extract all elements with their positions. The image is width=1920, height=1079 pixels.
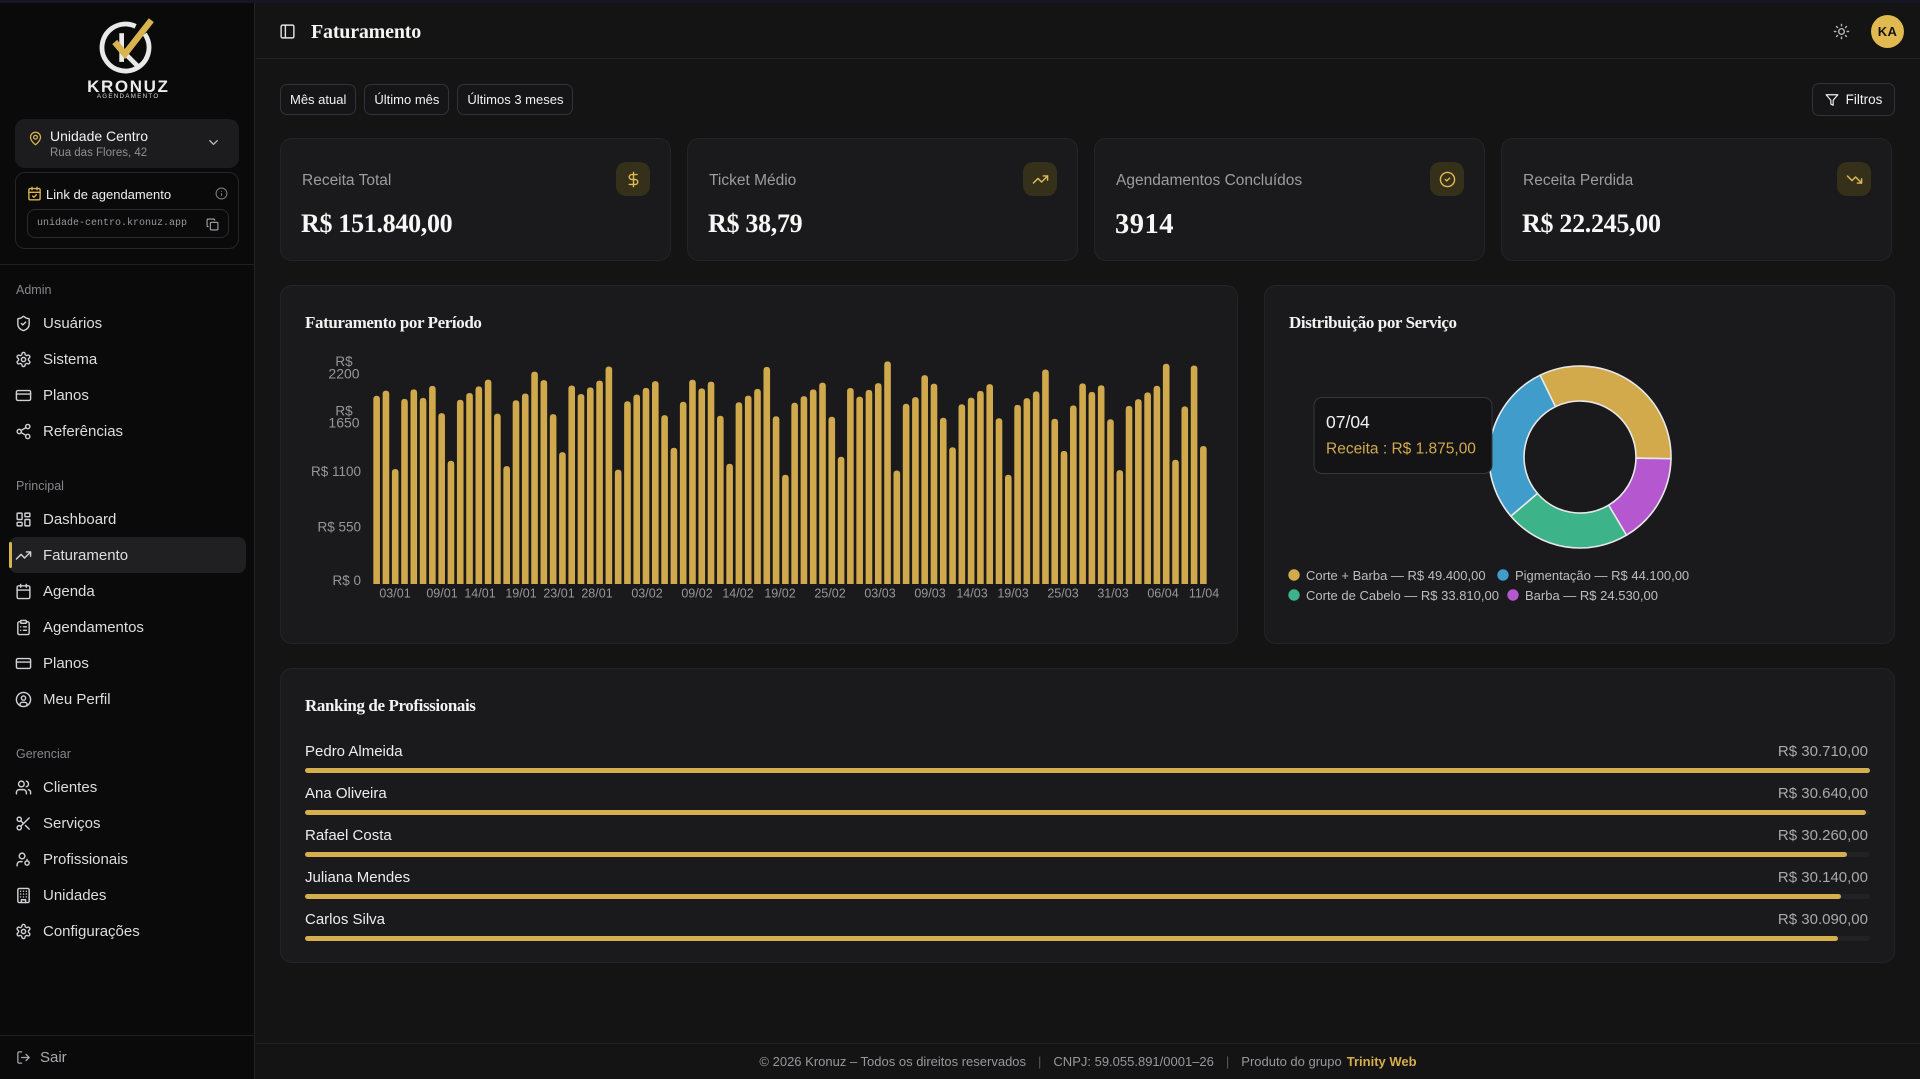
- svg-text:23/01: 23/01: [543, 587, 574, 601]
- svg-text:03/02: 03/02: [631, 587, 662, 601]
- svg-text:28/01: 28/01: [581, 587, 612, 601]
- svg-text:14/01: 14/01: [464, 587, 495, 601]
- svg-text:R$ 0: R$ 0: [332, 573, 361, 588]
- svg-text:09/02: 09/02: [681, 587, 712, 601]
- svg-text:06/04: 06/04: [1147, 587, 1178, 601]
- svg-text:Receita : R$ 1.875,00: Receita : R$ 1.875,00: [1326, 441, 1476, 458]
- svg-text:19/03: 19/03: [997, 587, 1028, 601]
- svg-text:09/03: 09/03: [914, 587, 945, 601]
- svg-text:25/03: 25/03: [1047, 587, 1078, 601]
- svg-text:2200: 2200: [328, 366, 359, 382]
- svg-text:03/03: 03/03: [864, 587, 895, 601]
- svg-text:03/01: 03/01: [379, 587, 410, 601]
- svg-text:19/01: 19/01: [505, 587, 536, 601]
- svg-text:14/02: 14/02: [722, 587, 753, 601]
- svg-text:Pigmentação — R$ 44.100,00: Pigmentação — R$ 44.100,00: [1515, 568, 1689, 583]
- svg-text:R$ 1100: R$ 1100: [311, 464, 361, 479]
- svg-text:31/03: 31/03: [1097, 587, 1128, 601]
- svg-text:1650: 1650: [328, 415, 359, 431]
- svg-text:25/02: 25/02: [814, 587, 845, 601]
- svg-text:11/04: 11/04: [1189, 587, 1219, 601]
- svg-text:14/03: 14/03: [956, 587, 987, 601]
- svg-text:Barba — R$ 24.530,00: Barba — R$ 24.530,00: [1525, 588, 1658, 603]
- svg-text:R$ 550: R$ 550: [317, 520, 361, 535]
- svg-text:19/02: 19/02: [764, 587, 795, 601]
- svg-text:Corte de Cabelo — R$ 33.810,00: Corte de Cabelo — R$ 33.810,00: [1306, 588, 1499, 603]
- svg-text:07/04: 07/04: [1326, 412, 1370, 432]
- svg-text:Corte + Barba — R$ 49.400,00: Corte + Barba — R$ 49.400,00: [1306, 568, 1486, 583]
- svg-text:09/01: 09/01: [426, 587, 457, 601]
